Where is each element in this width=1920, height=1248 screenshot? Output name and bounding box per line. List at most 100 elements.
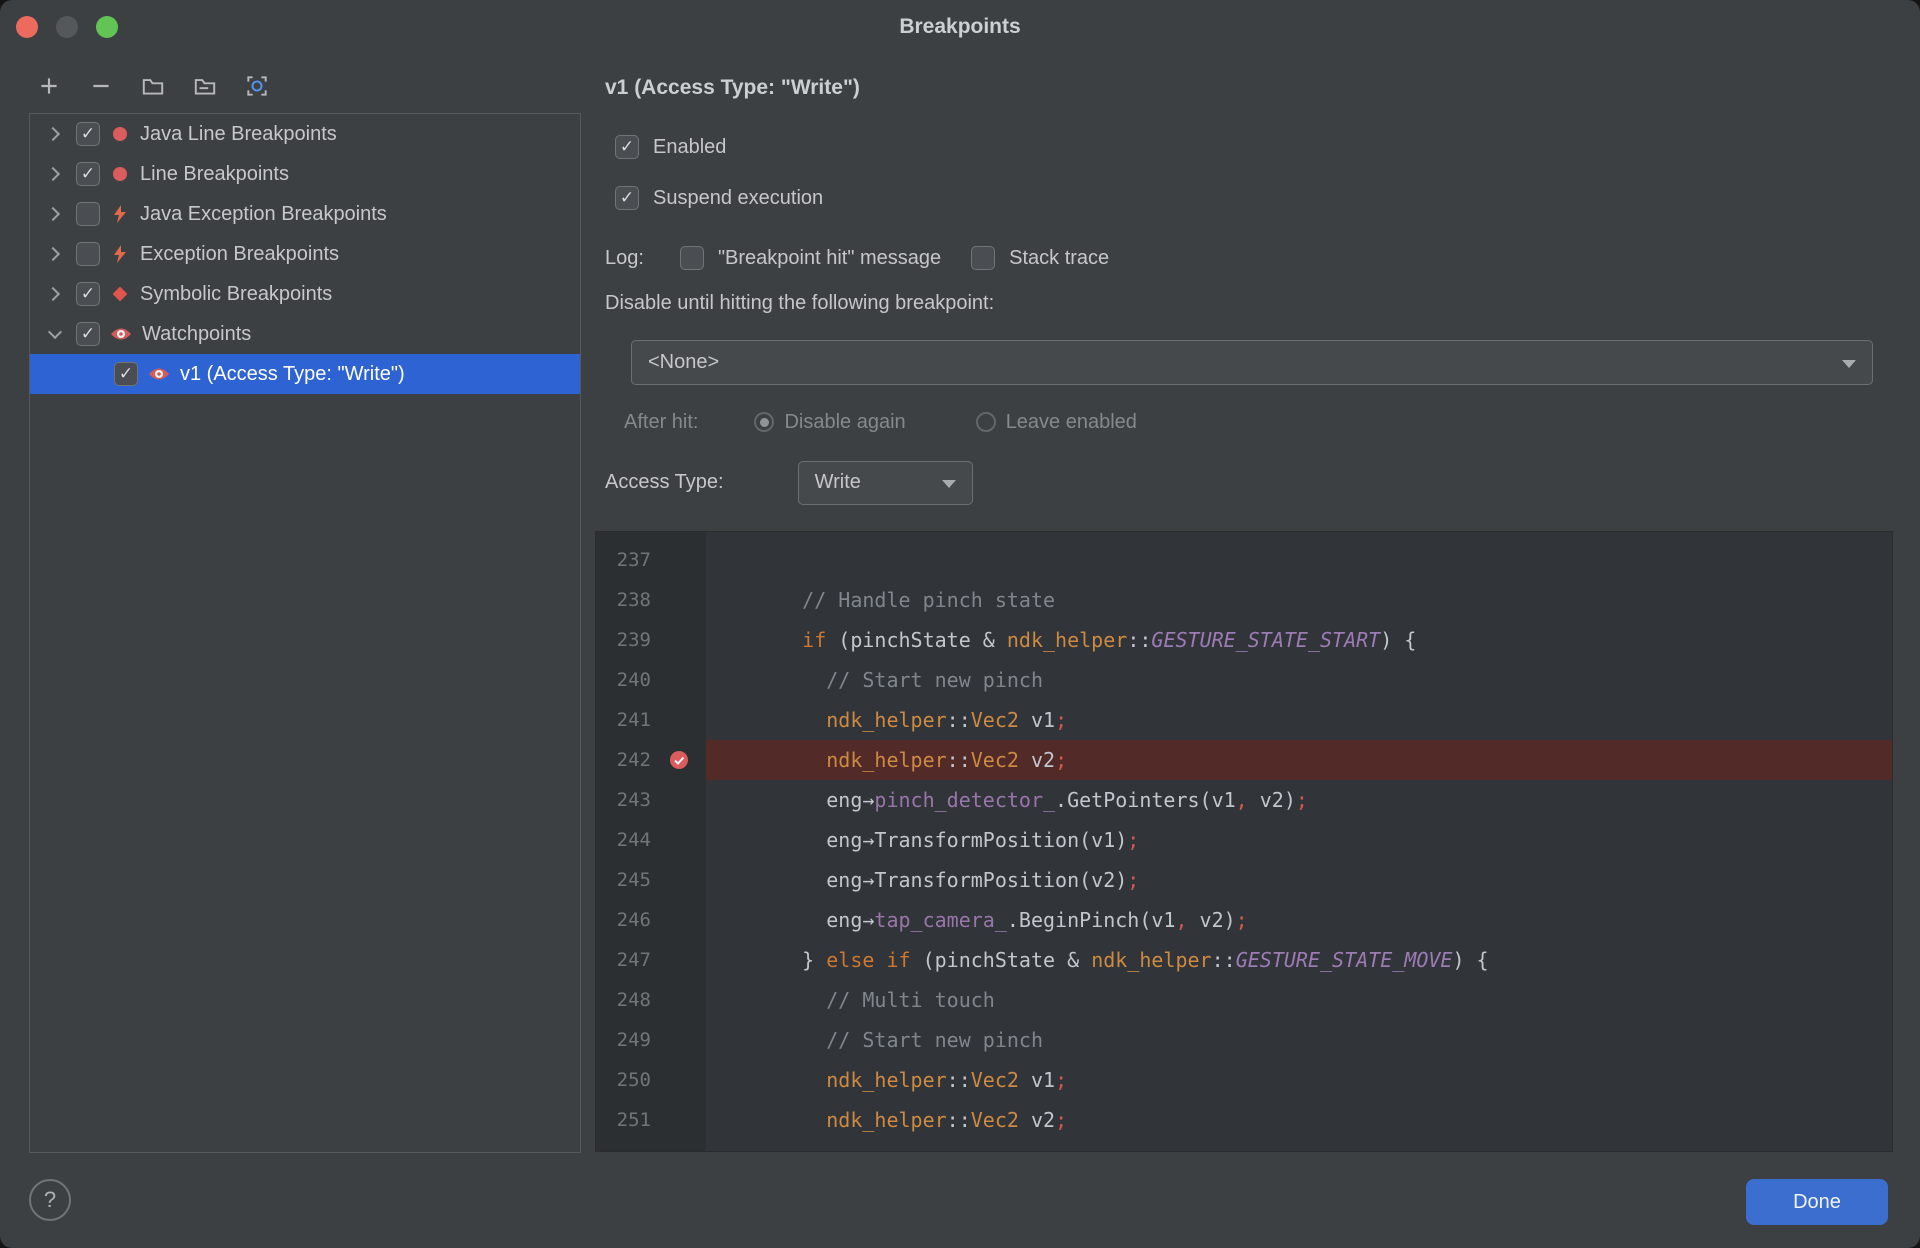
code-text: // Start new pinch xyxy=(826,1028,1043,1052)
tree-item-5[interactable]: Watchpoints xyxy=(30,314,580,354)
tree-item-checkbox[interactable] xyxy=(76,282,100,306)
radio-icon xyxy=(754,412,775,432)
after-hit-option-1[interactable]: Leave enabled xyxy=(975,410,1137,434)
access-type-select[interactable]: Write xyxy=(797,460,973,505)
breakpoint-slot xyxy=(651,700,706,740)
code-text: eng → tap_camera_ .BeginPinch(v1, v2); xyxy=(754,908,1248,932)
line-number: 245 xyxy=(616,869,651,891)
breakpoint-hit-message-checkbox[interactable] xyxy=(679,246,704,270)
after-hit-row: After hit: Disable again Leave enabled xyxy=(624,408,1137,436)
line-number: 242 xyxy=(616,749,651,771)
access-type-value: Write xyxy=(814,471,861,493)
zoom-button[interactable] xyxy=(96,16,118,38)
code-text: eng → TransformPosition(v1); xyxy=(754,828,1140,852)
chevron-down-icon[interactable] xyxy=(42,324,68,339)
tree-item-1[interactable]: Line Breakpoints xyxy=(30,154,580,194)
line-number: 252 xyxy=(617,1149,651,1151)
code-text: eng→pinch_detector_.GetPointers(v1, v2); xyxy=(706,1140,1892,1151)
group-by-package-button[interactable] xyxy=(187,68,223,104)
suspend-execution-checkbox[interactable] xyxy=(615,186,639,210)
line-number: 248 xyxy=(616,989,651,1011)
breakpoint-slot xyxy=(651,820,706,860)
radio-label: Leave enabled xyxy=(1005,410,1137,433)
code-line-252: 252 eng→pinch_detector_.GetPointers(v1, … xyxy=(596,1140,1892,1151)
add-breakpoint-button[interactable] xyxy=(31,68,67,104)
remove-breakpoint-button[interactable] xyxy=(83,68,119,104)
code-line-239: 239 if (pinchState & ndk_helper:: GESTURE… xyxy=(596,620,1892,660)
radio-icon xyxy=(975,412,996,432)
window-title: Breakpoints xyxy=(899,15,1021,38)
traffic-lights xyxy=(16,16,118,38)
bolt-icon xyxy=(110,204,130,224)
chevron-right-icon[interactable] xyxy=(42,246,68,262)
tree-item-checkbox[interactable] xyxy=(76,122,100,146)
line-number: 239 xyxy=(616,629,651,651)
group-by-file-button[interactable] xyxy=(135,68,171,104)
code-line-250: 250 ndk_helper:: Vec2 v1; xyxy=(596,1060,1892,1100)
circle-icon xyxy=(110,164,130,184)
disable-until-label: Disable until hitting the following brea… xyxy=(605,292,995,314)
chevron-right-icon[interactable] xyxy=(42,206,68,222)
access-type-row: Access Type: Write xyxy=(605,460,973,505)
code-line-247: 247 } else if (pinchState & ndk_helper::… xyxy=(596,940,1892,980)
after-hit-option-0[interactable]: Disable again xyxy=(754,411,906,434)
code-line-242: 242 ndk_helper:: Vec2 v2; xyxy=(596,740,1892,780)
circle-icon xyxy=(110,124,130,144)
help-button[interactable]: ? xyxy=(29,1179,71,1221)
code-text: if (pinchState & ndk_helper:: GESTURE_STA… xyxy=(802,628,1417,652)
chevron-right-icon[interactable] xyxy=(42,126,68,142)
tree-item-label: v1 (Access Type: "Write") xyxy=(180,362,405,385)
line-number: 246 xyxy=(616,909,651,931)
code-preview-editor[interactable]: 237 238 // Handle pinch state 239 if (pinc… xyxy=(595,531,1893,1152)
titlebar: Breakpoints xyxy=(0,0,1920,54)
enabled-checkbox[interactable] xyxy=(615,135,639,159)
chevron-right-icon[interactable] xyxy=(42,166,68,182)
tree-item-label: Symbolic Breakpoints xyxy=(140,282,333,305)
chevron-right-icon[interactable] xyxy=(42,286,68,302)
done-button[interactable]: Done xyxy=(1746,1179,1888,1225)
tree-item-2[interactable]: Java Exception Breakpoints xyxy=(30,194,580,234)
code-line-243: 243 eng → pinch_detector_ .GetPointers(v1, … xyxy=(596,780,1892,820)
tree-item-checkbox[interactable] xyxy=(76,322,100,346)
line-number: 250 xyxy=(616,1069,651,1091)
tree-item-0[interactable]: Java Line Breakpoints xyxy=(30,114,580,154)
after-hit-options: Disable again Leave enabled xyxy=(754,410,1137,434)
breakpoint-icon[interactable] xyxy=(651,740,706,780)
breakpoints-tree: Java Line Breakpoints Line Breakpoints Jav… xyxy=(29,113,581,1153)
tree-item-label: Java Exception Breakpoints xyxy=(140,202,387,225)
code-text: // Multi touch xyxy=(826,988,995,1012)
code-text: eng → TransformPosition(v2); xyxy=(754,868,1140,892)
breakpoint-slot xyxy=(651,660,706,700)
breakpoint-slot xyxy=(651,980,706,1020)
breakpoint-slot xyxy=(651,540,706,580)
stack-trace-label: Stack trace xyxy=(1009,246,1110,269)
stack-trace-checkbox[interactable] xyxy=(971,246,996,270)
code-line-249: 249 // Start new pinch xyxy=(596,1020,1892,1060)
tree-item-checkbox[interactable] xyxy=(76,202,100,226)
tree-item-6[interactable]: v1 (Access Type: "Write") xyxy=(30,354,580,394)
tree-item-4[interactable]: Symbolic Breakpoints xyxy=(30,274,580,314)
breakpoint-slot xyxy=(651,900,706,940)
breakpoint-hit-message-label: "Breakpoint hit" message xyxy=(717,246,942,269)
tree-item-label: Exception Breakpoints xyxy=(140,242,340,265)
tree-item-checkbox[interactable] xyxy=(114,362,138,386)
bolt-icon xyxy=(110,244,130,264)
line-number: 251 xyxy=(616,1109,651,1131)
code-line-245: 245 eng → TransformPosition(v2); xyxy=(596,860,1892,900)
close-button[interactable] xyxy=(16,16,38,38)
line-number: 241 xyxy=(616,709,651,731)
code-text: ndk_helper:: Vec2 v2; xyxy=(706,740,1892,780)
group-by-class-button[interactable] xyxy=(239,68,275,104)
tree-item-checkbox[interactable] xyxy=(76,162,100,186)
minimize-button[interactable] xyxy=(56,16,78,38)
breakpoint-slot xyxy=(651,620,706,660)
chevron-down-icon xyxy=(941,479,956,488)
code-line-241: 241 ndk_helper:: Vec2 v1; xyxy=(596,700,1892,740)
disable-until-select[interactable]: <None> xyxy=(631,340,1873,385)
tree-item-checkbox[interactable] xyxy=(76,242,100,266)
line-number: 249 xyxy=(616,1029,651,1051)
line-number: 240 xyxy=(616,669,651,691)
tree-item-3[interactable]: Exception Breakpoints xyxy=(30,234,580,274)
breakpoints-dialog: Breakpoints Java Line Breakpoints Line Br… xyxy=(0,0,1920,1248)
editor-lines: 237 238 // Handle pinch state 239 if (pinc… xyxy=(596,532,1892,1151)
